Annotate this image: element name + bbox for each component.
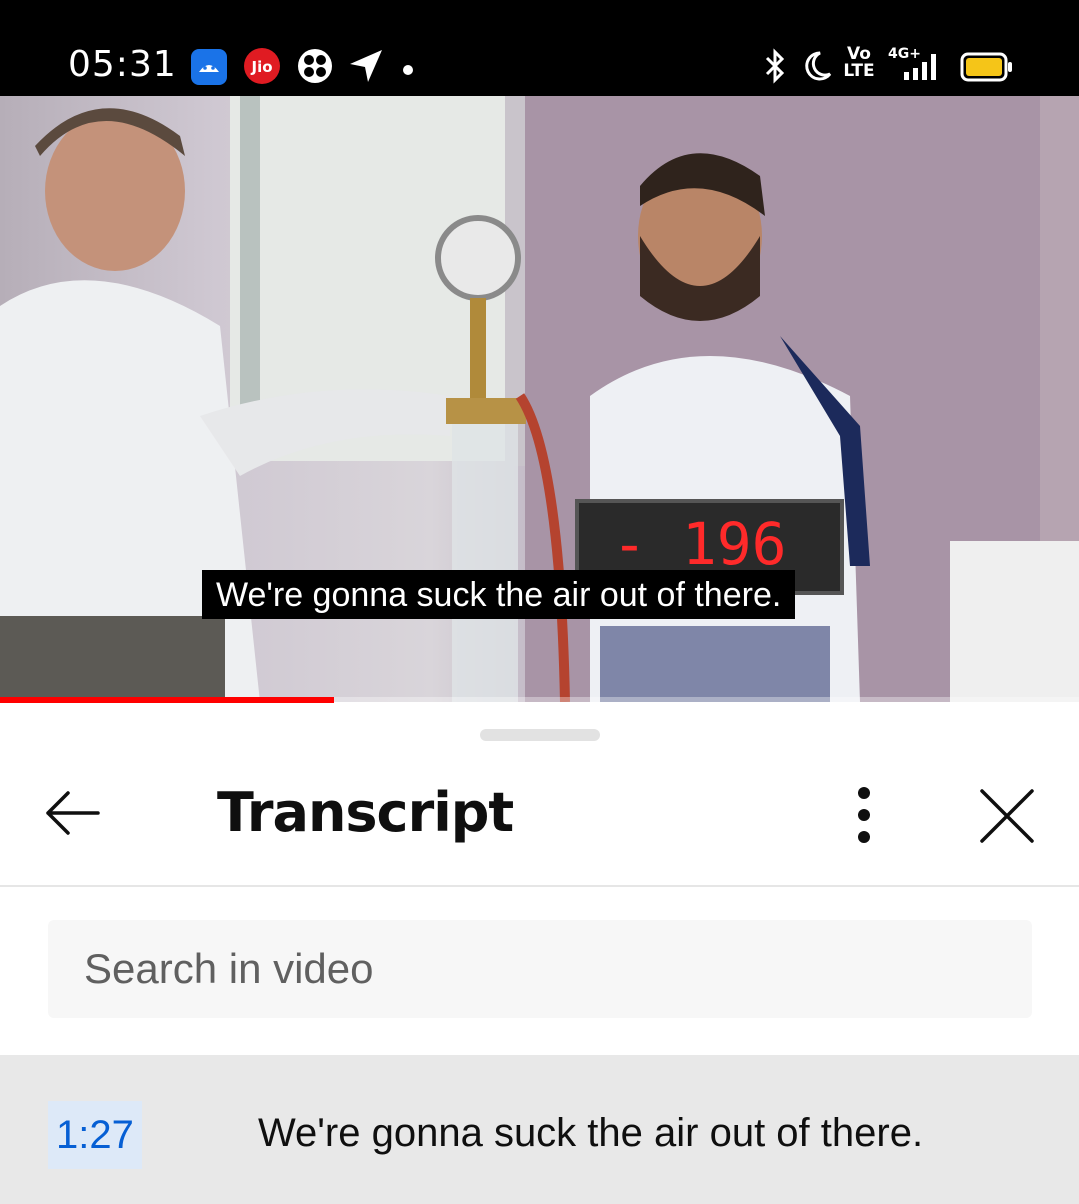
dot-icon (402, 61, 414, 80)
close-icon (980, 789, 1034, 843)
android-notification-icon (190, 48, 228, 90)
transcript-search (48, 920, 1032, 1018)
more-vertical-icon (858, 787, 870, 843)
status-time: 05:31 (68, 44, 177, 85)
status-bar: 05:31 Jio Vo LTE 4G+ (0, 0, 1079, 96)
back-button[interactable] (40, 783, 110, 843)
arrow-left-icon (46, 791, 100, 835)
transcript-panel: Transcript 1:27 We're gonna suck the air… (0, 703, 1079, 1204)
location-arrow-icon (348, 48, 384, 88)
display-readout: - 196 (612, 510, 787, 578)
more-options-button[interactable] (840, 781, 890, 851)
do-not-disturb-moon-icon (802, 50, 832, 86)
signal-4g-icon: 4G+ (884, 44, 942, 88)
search-input[interactable] (48, 920, 1032, 1018)
segment-timestamp[interactable]: 1:27 (48, 1101, 142, 1169)
close-button[interactable] (972, 781, 1042, 851)
transcript-segment[interactable]: 1:27 We're gonna suck the air out of the… (0, 1055, 1079, 1204)
volte-icon: Vo LTE (842, 46, 876, 80)
volte-label-bottom: LTE (843, 61, 875, 81)
jio-icon: Jio (243, 47, 281, 89)
transcript-title: Transcript (217, 781, 514, 844)
segment-text: We're gonna suck the air out of there. (258, 1111, 924, 1155)
drag-handle[interactable] (480, 729, 600, 741)
network-label: 4G+ (888, 46, 921, 62)
video-caption: We're gonna suck the air out of there. (202, 570, 796, 619)
video-player[interactable]: - 196 We're gonna suck the air out of th… (0, 96, 1079, 702)
fan-icon (296, 47, 334, 89)
transcript-header: Transcript (0, 763, 1079, 887)
svg-text:Jio: Jio (250, 58, 272, 76)
battery-icon (960, 52, 1014, 86)
bluetooth-icon (762, 48, 788, 88)
